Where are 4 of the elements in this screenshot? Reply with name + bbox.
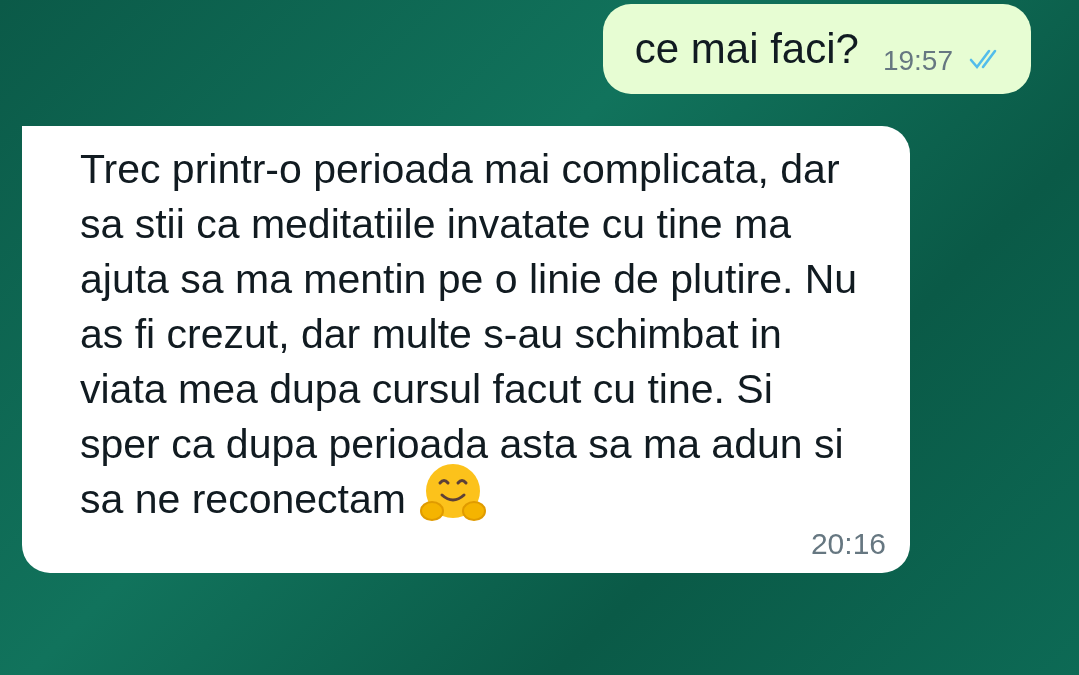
message-time: 20:16 [810,527,886,562]
message-text: Trec printr-o perioada mai complicata, dar sa stii ca meditatiile invatate cu tine ma ajuta sa ma mentin pe o linie de plutire. Nu as fi crezut, dar multe s-au schimbat in viata mea dupa cursul facut cu tine. Si sper ca dupa perioada asta sa ma adun si sa ne reconectam [80,142,860,528]
message-time: 19:57 [882,44,953,78]
message-text: ce mai faci? [634,24,859,74]
